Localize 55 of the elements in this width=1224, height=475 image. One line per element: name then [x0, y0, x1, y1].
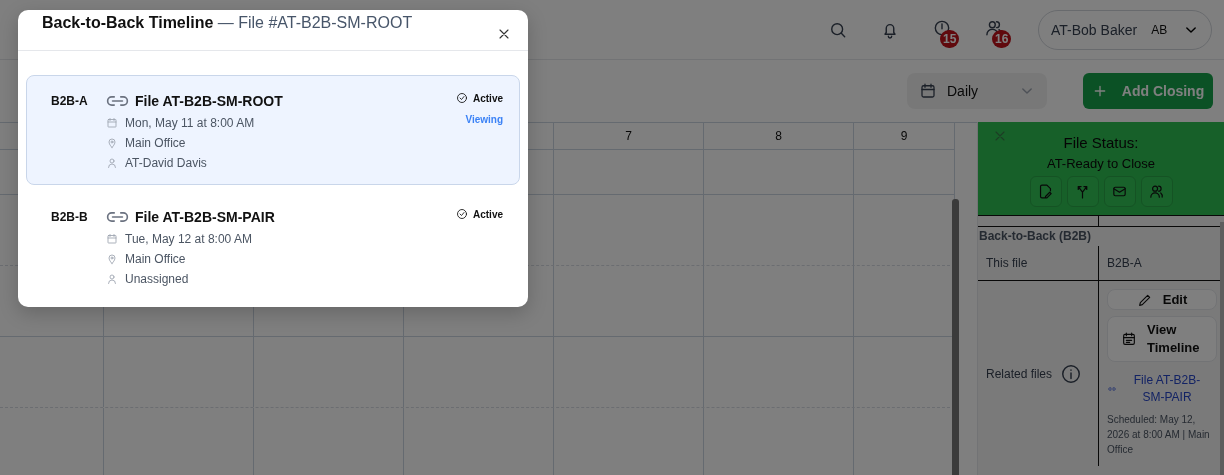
item-code: B2B-B: [51, 209, 89, 226]
date-text: Tue, May 12 at 8:00 AM: [125, 232, 252, 246]
scrollbar[interactable]: [952, 199, 959, 475]
link-icon: [106, 94, 129, 108]
calendar-icon: [919, 82, 937, 100]
field-value: B2B-A: [1107, 256, 1142, 270]
status-value: AT-Ready to Close: [1046, 156, 1156, 171]
timeline-item[interactable]: B2B-B File AT-B2B-SM-PAIR Tue, May 12 at 8:00 AM Main Office Unassigned Active: [26, 191, 520, 301]
chevron-down-icon: [1186, 26, 1196, 33]
status-text: Active: [473, 92, 503, 104]
day-column-label: 9: [900, 129, 908, 143]
file-name: File AT-B2B-SM-ROOT: [135, 93, 283, 109]
file-name: File AT-B2B-SM-PAIR: [135, 209, 275, 225]
field-label: Related files: [986, 366, 1053, 381]
user-menu-button[interactable]: AT-Bob Baker AB: [1038, 9, 1212, 50]
status-title: File Status:: [1063, 134, 1139, 152]
item-code: B2B-A: [51, 93, 89, 110]
status-text: Active: [473, 208, 503, 220]
day-column-label: 8: [775, 129, 782, 143]
location-text: Main Office: [125, 252, 186, 266]
count-badge: 16: [992, 29, 1012, 48]
link-icon: [106, 210, 129, 224]
edit-document-button[interactable]: [1029, 176, 1062, 207]
view-dropdown[interactable]: Daily: [907, 73, 1047, 109]
link-icon: [1107, 384, 1117, 394]
mail-button[interactable]: [1103, 176, 1136, 207]
edit-button[interactable]: Edit: [1107, 289, 1217, 310]
check-circle-icon: [456, 208, 468, 220]
calendar-icon: [106, 233, 118, 245]
people-button[interactable]: [1140, 176, 1173, 207]
check-circle-icon: [456, 92, 468, 104]
count-badge: 15: [940, 29, 960, 48]
location-pin-icon: [106, 253, 118, 265]
assignee-text: Unassigned: [125, 272, 189, 286]
assignee-text: AT-David Davis: [125, 156, 207, 170]
view-timeline-button[interactable]: View Timeline: [1107, 316, 1217, 362]
related-file-link[interactable]: File AT-B2B-SM-PAIR: [1123, 372, 1211, 406]
location-text: Main Office: [125, 136, 186, 150]
calendar-icon: [1121, 331, 1137, 347]
document-pen-icon: [1037, 183, 1054, 200]
timeline-item[interactable]: B2B-A File AT-B2B-SM-ROOT Mon, May 11 at 8:00 AM Main Office AT-David Davis Active Viewing: [26, 75, 520, 185]
field-label: This file: [986, 256, 1028, 270]
person-icon: [106, 157, 118, 169]
day-column-label: 7: [625, 129, 632, 143]
person-icon: [106, 273, 118, 285]
location-pin-icon: [106, 137, 118, 149]
schedule-text: Scheduled: May 12, 2026 at 8:00 AM | Main Office: [1107, 413, 1211, 457]
viewing-label: Viewing: [465, 114, 503, 125]
dialog-title: Back-to-Back Timeline — File #AT-B2B-SM-ROOT: [42, 14, 413, 32]
date-text: Mon, May 11 at 8:00 AM: [125, 116, 255, 130]
info-icon[interactable]: [1060, 362, 1083, 385]
calendar-icon: [106, 117, 118, 129]
split-arrows-button[interactable]: [1066, 176, 1099, 207]
chevron-down-icon: [1022, 88, 1032, 94]
people-icon: [1148, 183, 1165, 200]
